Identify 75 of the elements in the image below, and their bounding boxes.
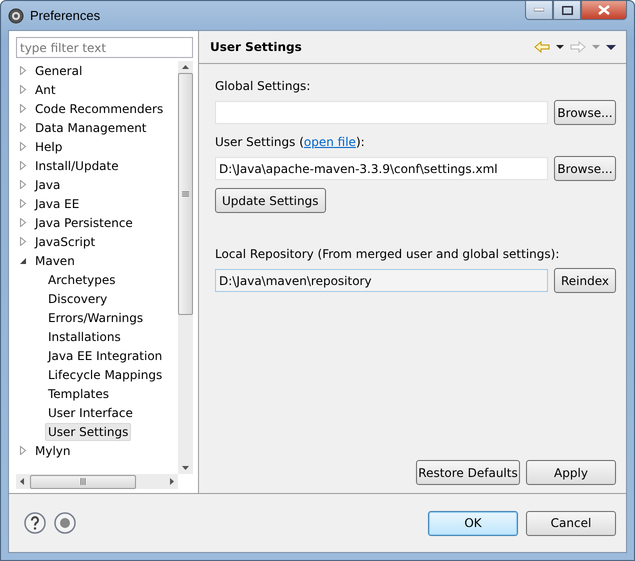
expanded-arrow-icon[interactable]: [19, 256, 27, 265]
close-button[interactable]: [581, 1, 627, 20]
tree-item[interactable]: Java Persistence: [32, 214, 136, 232]
update-settings-button[interactable]: Update Settings: [215, 188, 326, 213]
scrollbar-thumb[interactable]: [30, 474, 136, 488]
tree-item[interactable]: Code Recommenders: [32, 100, 166, 118]
cancel-button[interactable]: Cancel: [526, 510, 616, 536]
browse-button[interactable]: Browse...: [554, 156, 616, 181]
tree-item[interactable]: Discovery: [45, 290, 110, 308]
open-file-link[interactable]: open file: [304, 135, 356, 149]
ok-button[interactable]: OK: [428, 510, 518, 536]
collapsed-arrow-icon[interactable]: [19, 104, 27, 113]
tree-item[interactable]: Lifecycle Mappings: [45, 366, 166, 384]
back-arrow-icon[interactable]: [534, 41, 550, 53]
tree-item[interactable]: Install/Update: [32, 156, 122, 174]
maximize-button[interactable]: [553, 1, 581, 20]
scroll-up-arrow-icon[interactable]: [182, 65, 189, 69]
scroll-right-arrow-icon[interactable]: [170, 478, 174, 485]
restore-defaults-button[interactable]: Restore Defaults: [416, 460, 520, 485]
apply-button[interactable]: Apply: [526, 460, 616, 485]
grip-icon: [80, 478, 86, 485]
collapsed-arrow-icon[interactable]: [19, 142, 27, 151]
dropdown-caret-icon[interactable]: [556, 45, 564, 49]
tree-item[interactable]: Java: [32, 176, 64, 194]
field-label: Local Repository (From merged user and global settings):: [215, 246, 560, 263]
tree-item[interactable]: Maven: [32, 252, 78, 270]
record-icon[interactable]: [54, 512, 76, 534]
filter-field[interactable]: type filter text: [16, 37, 193, 58]
menu-caret-icon[interactable]: [606, 44, 616, 50]
global-settings-field[interactable]: [215, 101, 548, 124]
window-title: Preferences: [30, 8, 100, 23]
tree-item[interactable]: Java EE: [32, 194, 82, 212]
tree-item[interactable]: Errors/Warnings: [45, 308, 146, 326]
collapsed-arrow-icon[interactable]: [19, 237, 27, 246]
grip-icon: [182, 191, 189, 197]
user-settings-field[interactable]: D:\Java\apache-maven-3.3.9\conf\settings.xml: [215, 157, 548, 180]
collapsed-arrow-icon[interactable]: [19, 199, 27, 208]
tree-item[interactable]: Installations: [45, 328, 124, 346]
collapsed-arrow-icon[interactable]: [19, 66, 27, 75]
tree-item[interactable]: Help: [32, 138, 66, 156]
collapsed-arrow-icon[interactable]: [19, 180, 27, 189]
tree-item[interactable]: Ant: [32, 80, 59, 98]
tree-item[interactable]: Mylyn: [32, 442, 74, 460]
vertical-scrollbar[interactable]: [178, 61, 193, 474]
field-label: ):: [356, 135, 365, 149]
tree-item[interactable]: General: [32, 62, 86, 80]
tree-item[interactable]: Java EE Integration: [45, 346, 166, 364]
horizontal-scrollbar[interactable]: [16, 474, 178, 489]
reindex-button[interactable]: Reindex: [554, 268, 616, 293]
browse-button[interactable]: Browse...: [554, 100, 616, 125]
forward-arrow-icon[interactable]: [570, 41, 586, 53]
help-icon[interactable]: [24, 512, 46, 534]
tree-item[interactable]: User Interface: [45, 404, 136, 422]
local-repository-field[interactable]: D:\Java\maven\repository: [215, 269, 548, 292]
gear-icon: [8, 8, 24, 24]
field-label: Global Settings:: [215, 78, 312, 95]
collapsed-arrow-icon[interactable]: [19, 161, 27, 170]
field-label: User Settings (: [215, 135, 304, 149]
collapsed-arrow-icon[interactable]: [19, 123, 27, 132]
collapsed-arrow-icon[interactable]: [19, 85, 27, 94]
tree-item[interactable]: Templates: [45, 384, 112, 402]
minimize-icon: [534, 8, 544, 12]
tree-item[interactable]: JavaScript: [32, 232, 98, 250]
minimize-button[interactable]: [525, 1, 553, 20]
collapsed-arrow-icon[interactable]: [19, 446, 27, 455]
scrollbar-thumb[interactable]: [178, 73, 193, 315]
tree-item[interactable]: User Settings: [45, 422, 132, 440]
scroll-left-arrow-icon[interactable]: [20, 478, 24, 485]
maximize-icon: [562, 6, 572, 14]
scroll-down-arrow-icon[interactable]: [182, 466, 189, 470]
tree-item[interactable]: Data Management: [32, 118, 150, 136]
page-title: User Settings: [210, 40, 302, 54]
close-icon: [598, 5, 610, 15]
collapsed-arrow-icon[interactable]: [19, 218, 27, 227]
tree-item[interactable]: Archetypes: [45, 270, 119, 288]
